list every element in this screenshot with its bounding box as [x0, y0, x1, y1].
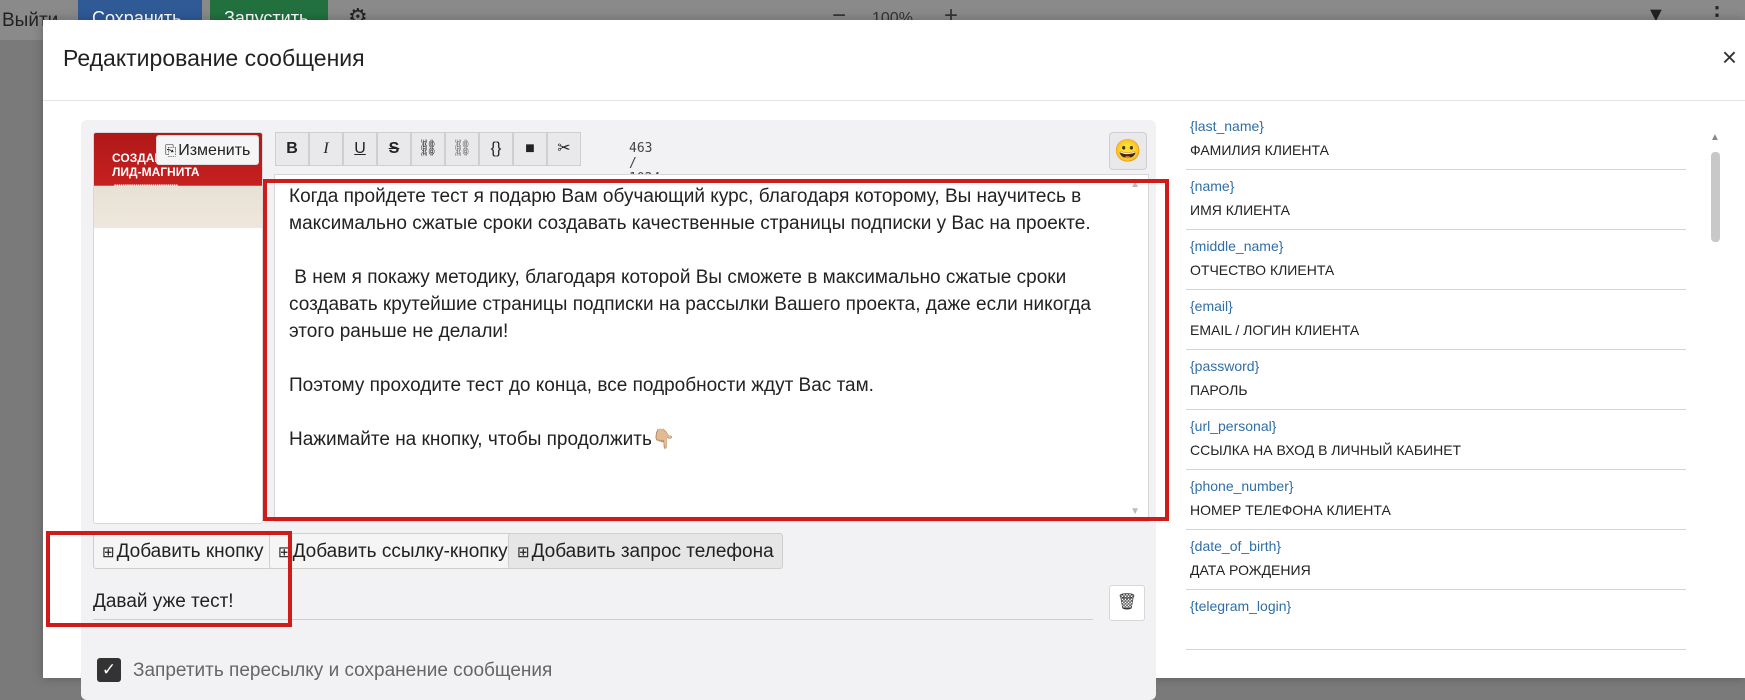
variable-item[interactable]: {date_of_birth} ДАТА РОЖДЕНИЯ — [1186, 530, 1686, 590]
variable-label: EMAIL / ЛОГИН КЛИЕНТА — [1190, 322, 1360, 338]
variable-item[interactable]: {url_personal} ССЫЛКА НА ВХОД В ЛИЧНЫЙ КА… — [1186, 410, 1686, 470]
edit-message-modal: Редактирование сообщения × СОЗДАНИЕ ЛИД-… — [43, 20, 1745, 700]
modal-title: Редактирование сообщения — [63, 45, 365, 71]
scroll-up-icon[interactable]: ▲ — [1710, 132, 1720, 143]
variable-item[interactable]: {last_name} ФАМИЛИЯ КЛИЕНТА — [1186, 110, 1686, 170]
variable-label: ИМЯ КЛИЕНТА — [1190, 202, 1291, 218]
variables-list: {last_name} ФАМИЛИЯ КЛИЕНТА {name} ИМЯ КЛИЕ… — [1186, 110, 1731, 678]
delete-button-icon[interactable]: 🗑 — [1109, 585, 1145, 621]
message-editor: СОЗДАНИЕ ЛИД-МАГНИТА ▪▪▪▪▪▪▪▪▪▪▪▪▪▪▪▪▪▪▪… — [81, 120, 1156, 700]
variable-label: ОТЧЕСТВО КЛИЕНТА — [1190, 262, 1335, 278]
add-icon: ⊞ — [102, 544, 115, 561]
forward-protection-checkbox[interactable]: ✓ — [97, 658, 121, 682]
thumbnail-subtitle: ▪▪▪▪▪▪▪▪▪▪▪▪▪▪▪▪▪▪▪▪▪▪▪▪▪▪▪▪▪▪ — [114, 183, 178, 189]
variable-item[interactable]: {name} ИМЯ КЛИЕНТА — [1186, 170, 1686, 230]
add-button-button[interactable]: ⊞ Добавить кнопку — [93, 533, 273, 569]
variable-key[interactable]: {name} — [1190, 178, 1234, 194]
variable-label: НОМЕР ТЕЛЕФОНА КЛИЕНТА — [1190, 502, 1391, 518]
variable-label: ССЫЛКА НА ВХОД В ЛИЧНЫЙ КАБИНЕТ — [1190, 442, 1462, 458]
variable-label: ДАТА РОЖДЕНИЯ — [1190, 562, 1311, 578]
add-link-button-button[interactable]: ⊞ Добавить ссылку-кнопку — [269, 533, 517, 569]
code-button[interactable]: {} — [479, 132, 513, 166]
variable-key[interactable]: {url_personal} — [1190, 418, 1276, 434]
clear-format-button[interactable]: ✂ — [547, 132, 581, 166]
modal-header: Редактирование сообщения × — [43, 20, 1745, 101]
italic-button[interactable]: I — [309, 132, 343, 166]
variable-item[interactable]: {email} EMAIL / ЛОГИН КЛИЕНТА — [1186, 290, 1686, 350]
variable-label: ФАМИЛИЯ КЛИЕНТА — [1190, 142, 1329, 158]
add-phone-request-button[interactable]: ⊞ Добавить запрос телефона — [508, 533, 783, 569]
link-button[interactable]: ⛓ — [411, 132, 445, 166]
add-link-button-label: Добавить ссылку-кнопку — [292, 541, 508, 562]
change-image-button[interactable]: ⎘ Изменить — [156, 135, 260, 165]
scrollbar-thumb[interactable] — [1711, 152, 1720, 242]
variable-key[interactable]: {telegram_login} — [1190, 598, 1291, 614]
image-attachment: СОЗДАНИЕ ЛИД-МАГНИТА ▪▪▪▪▪▪▪▪▪▪▪▪▪▪▪▪▪▪▪… — [93, 132, 263, 524]
message-textarea[interactable]: Когда пройдете тест я подарю Вам обучающ… — [274, 174, 1149, 522]
button-label-input[interactable]: Давай уже тест! — [93, 585, 1093, 620]
underline-button[interactable]: U — [343, 132, 377, 166]
variable-key[interactable]: {phone_number} — [1190, 478, 1294, 494]
scroll-down-icon[interactable]: ▼ — [1130, 506, 1140, 517]
message-text: Когда пройдете тест я подарю Вам обучающ… — [289, 186, 1091, 450]
add-button-label: Добавить кнопку — [116, 541, 264, 562]
strikethrough-button[interactable]: S — [377, 132, 411, 166]
add-phone-request-label: Добавить запрос телефона — [531, 541, 774, 562]
bold-button[interactable]: B — [275, 132, 309, 166]
add-icon: ⊞ — [278, 544, 291, 561]
variable-item[interactable]: {middle_name} ОТЧЕСТВО КЛИЕНТА — [1186, 230, 1686, 290]
change-image-label: Изменить — [178, 142, 251, 159]
variable-key[interactable]: {date_of_birth} — [1190, 538, 1281, 554]
add-icon: ⊞ — [517, 544, 530, 561]
unlink-button[interactable]: ⛓ — [445, 132, 479, 166]
variable-key[interactable]: {last_name} — [1190, 118, 1264, 134]
variable-key[interactable]: {middle_name} — [1190, 238, 1283, 254]
variable-item[interactable]: {telegram_login} — [1186, 590, 1686, 650]
scroll-up-icon[interactable]: ▲ — [1130, 179, 1140, 190]
spoiler-button[interactable]: ■ — [513, 132, 547, 166]
variables-scrollbar[interactable]: ▲ — [1708, 120, 1722, 678]
variable-item[interactable]: {phone_number} НОМЕР ТЕЛЕФОНА КЛИЕНТА — [1186, 470, 1686, 530]
variable-key[interactable]: {email} — [1190, 298, 1233, 314]
forward-protection-label: Запретить пересылку и сохранение сообщен… — [133, 660, 553, 681]
variable-item[interactable]: {password} ПАРОЛЬ — [1186, 350, 1686, 410]
edit-image-icon: ⎘ — [165, 142, 177, 158]
variable-key[interactable]: {password} — [1190, 358, 1259, 374]
close-icon[interactable]: × — [1722, 42, 1737, 73]
variable-label: ПАРОЛЬ — [1190, 382, 1248, 398]
emoji-button[interactable]: 😀 — [1109, 132, 1147, 170]
